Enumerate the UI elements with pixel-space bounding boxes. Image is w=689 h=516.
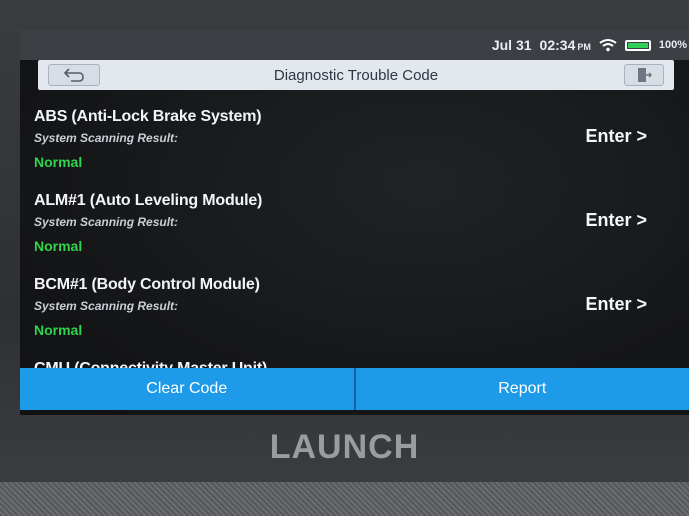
module-row-alm[interactable]: ALM#1 (Auto Leveling Module) System Scan… <box>20 182 689 266</box>
title-bar: Diagnostic Trouble Code <box>38 60 674 90</box>
page-title: Diagnostic Trouble Code <box>273 67 439 84</box>
module-name: ABS (Anti-Lock Brake System) <box>34 108 262 125</box>
status-bar: Jul 31 02:34 PM 100% <box>20 30 689 60</box>
module-row-abs[interactable]: ABS (Anti-Lock Brake System) System Scan… <box>20 98 689 182</box>
status-right: Jul 31 02:34 PM 100% <box>492 37 687 53</box>
action-bar: Clear Code Report <box>20 368 689 410</box>
enter-button[interactable]: Enter > <box>585 126 647 147</box>
status-ampm: PM <box>577 42 591 52</box>
wifi-icon <box>599 39 617 52</box>
enter-button[interactable]: Enter > <box>585 210 647 231</box>
module-name: BCM#1 (Body Control Module) <box>34 276 260 293</box>
module-row-cmu[interactable]: CMU (Connectivity Master Unit) <box>20 350 689 370</box>
module-name: ALM#1 (Auto Leveling Module) <box>34 192 263 209</box>
report-button[interactable]: Report <box>353 368 689 410</box>
module-list[interactable]: ABS (Anti-Lock Brake System) System Scan… <box>20 98 689 370</box>
exit-door-icon <box>638 68 652 82</box>
module-status: Normal <box>34 322 83 338</box>
battery-percent: 100% <box>658 39 687 51</box>
status-date: Jul 31 <box>491 37 532 53</box>
module-subtitle: System Scanning Result: <box>34 299 179 313</box>
module-subtitle: System Scanning Result: <box>34 215 179 229</box>
brand-logo: LAUNCH <box>269 428 420 466</box>
device-grip <box>0 482 689 516</box>
exit-button[interactable] <box>624 64 664 86</box>
device-screen: Jul 31 02:34 PM 100% Diagnostic Trouble C… <box>20 30 689 415</box>
battery-icon <box>624 39 651 51</box>
module-status: Normal <box>34 238 83 254</box>
clear-code-button[interactable]: Clear Code <box>20 368 354 410</box>
module-subtitle: System Scanning Result: <box>34 131 179 145</box>
module-status: Normal <box>34 154 83 170</box>
module-row-bcm[interactable]: BCM#1 (Body Control Module) System Scann… <box>20 266 689 350</box>
status-time-value: 02:34 <box>539 37 576 53</box>
enter-button[interactable]: Enter > <box>585 294 647 315</box>
status-time: 02:34 PM <box>540 37 591 53</box>
